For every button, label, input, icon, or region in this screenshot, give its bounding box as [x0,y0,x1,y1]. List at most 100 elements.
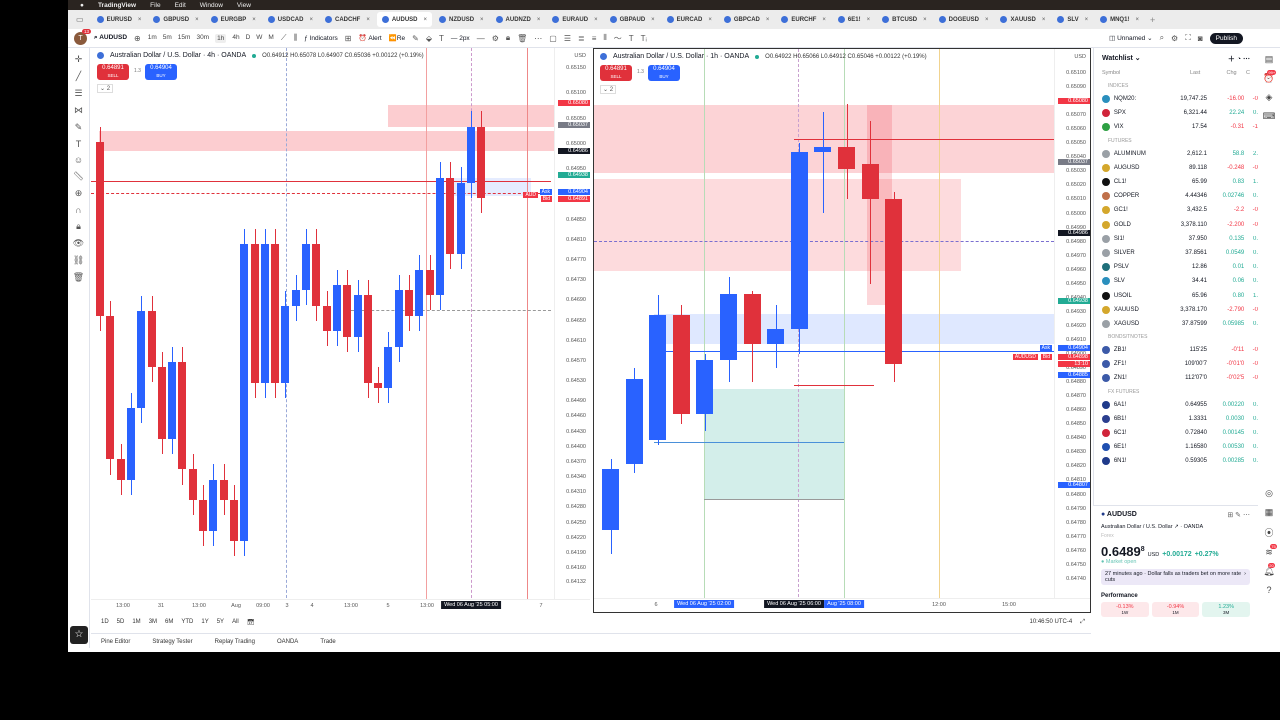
sell-button[interactable]: 0.64891 SELL [97,64,129,80]
range-5y[interactable]: 5Y [217,619,224,625]
bottom-tab-strategy-tester[interactable]: Strategy Tester [152,639,192,645]
settings-icon[interactable]: ⚙ [492,34,499,43]
fill-icon[interactable]: ⬙ [426,34,432,43]
close-tab-icon[interactable]: × [480,17,484,23]
watchlist-row[interactable]: SPX 6,321.44 22.24 0. [1094,106,1258,120]
text-color-icon[interactable]: T [439,34,444,43]
fib-tool-icon[interactable]: ☰ [564,34,571,43]
maximize-icon[interactable]: ⤢ [1080,619,1085,626]
tab-xauusd[interactable]: XAUUSD × [995,12,1050,27]
tab-audusd[interactable]: AUDUSD × [376,12,433,27]
watchlist-row[interactable]: ZB1! 115'25 -0'11 -0 [1094,343,1258,357]
layers-icon[interactable]: ◈ [1266,92,1273,103]
timeframe-30m[interactable]: 30m [196,34,209,43]
path-icon[interactable]: 〜 [614,33,622,44]
col-last[interactable]: Last [1162,70,1200,76]
edit-icon[interactable]: ✎ [1235,512,1241,519]
chart-type-icon[interactable]: ⟋ [281,33,287,43]
tab-btcusd[interactable]: BTCUSD × [877,12,932,27]
watchlist-row[interactable]: SLV 34.41 0.06 0. [1094,274,1258,288]
section-header[interactable]: BONDS/TNOTES [1094,331,1258,343]
watchlist-row[interactable]: VIX 17.54 -0.31 -1 [1094,120,1258,134]
fullscreen-icon[interactable]: ⛶ [1185,33,1191,43]
performance-cell[interactable]: 1.23% 3M [1202,602,1251,617]
alert-button[interactable]: ⏰ Alert [358,34,381,42]
lock-icon[interactable]: 🔒︎ [506,33,510,43]
price-axis[interactable]: USD 0.65100 0.65090 0.65080 0.65070 0.65060 0.… [1054,49,1090,612]
menu-file[interactable]: File [150,2,160,9]
pattern-icon[interactable]: ⋈ [74,105,83,116]
col-symbol[interactable]: Symbol [1102,70,1162,76]
range-5d[interactable]: 5D [117,619,125,625]
rectangle-tool-icon[interactable]: ▢ [549,34,557,43]
clock[interactable]: 10:46:50 UTC-4 [1029,619,1072,625]
performance-cell[interactable]: -0.94% 1M [1151,602,1200,617]
tab-usdcad[interactable]: USDCAD × [263,12,318,27]
brush-icon[interactable]: ✎ [75,122,83,133]
more-icon[interactable]: ⋯ [534,34,542,43]
sell-button[interactable]: 0.64891 SELL [600,65,632,81]
tab-gbpaud[interactable]: GBPAUD × [605,12,660,27]
add-symbol-icon[interactable]: ＋ [1228,56,1235,63]
goto-date-icon[interactable]: 📅︎ [247,619,255,626]
timeframe-d[interactable]: D [246,34,251,43]
more-icon[interactable]: ⋯ [1243,512,1250,519]
grid-icon[interactable]: ⊞ [1227,512,1233,519]
channel-tool-icon[interactable]: ≣ [578,34,585,43]
bottom-tab-oanda[interactable]: OANDA [277,639,298,645]
feed-icon[interactable]: ≋ 75 [1265,544,1277,558]
avatar[interactable]: T 13 [74,28,91,45]
watchlist-row[interactable]: 6N1! 0.59305 0.00285 0. [1094,454,1258,468]
close-tab-icon[interactable]: × [594,17,598,23]
tab-eurcad[interactable]: EURCAD × [662,12,717,27]
tab-cadchf[interactable]: CADCHF × [320,12,375,27]
timeframe-4h[interactable]: 4h [232,34,239,43]
close-tab-icon[interactable]: × [537,17,541,23]
close-tab-icon[interactable]: × [424,17,428,23]
indicators-collapse[interactable]: ⌄ 2 [97,84,114,93]
tab-gbpcad[interactable]: GBPCAD × [719,12,775,27]
watchlist-row[interactable]: NQM20: 19,747.25 -16.00 -0 [1094,92,1258,106]
range-1m[interactable]: 1M [132,619,140,625]
close-tab-icon[interactable]: × [766,17,770,23]
close-tab-icon[interactable]: × [708,17,712,23]
close-tab-icon[interactable]: × [985,17,989,23]
timeframe-w[interactable]: W [256,34,262,43]
range-6m[interactable]: 6M [165,619,173,625]
tab-mnq1[interactable]: MNQ1! × [1095,12,1144,27]
watchlist-row[interactable]: GC1! 3,432.5 -2.2 -0 [1094,203,1258,217]
stroke-width[interactable]: — 2px [451,35,470,42]
watchlist-row[interactable]: AUGUSD 89.118 -0.248 -0 [1094,161,1258,175]
more-icon[interactable]: ⋯ [1243,56,1250,63]
close-tab-icon[interactable]: × [1135,17,1139,23]
tab-nzdusd[interactable]: NZDUSD × [434,12,489,27]
timeframe-m[interactable]: M [268,34,273,43]
bars-pattern-icon[interactable]: ⫴ [603,33,606,43]
chart-title[interactable]: Australian Dollar / U.S. Dollar · 1h · O… [613,53,749,60]
section-header[interactable]: INDICES [1094,80,1258,92]
close-tab-icon[interactable]: × [195,17,199,23]
pencil-icon[interactable]: ✎ [412,34,419,43]
external-link-icon[interactable]: ↗ [1174,524,1179,530]
watchlist-row[interactable]: XAGUSD 37.87599 0.05985 0. [1094,317,1258,331]
symbol-search[interactable]: ⌕ AUDUSD [94,34,127,42]
range-3m[interactable]: 3M [149,619,157,625]
tab-6e1[interactable]: 6E1! × [833,12,875,27]
menu-view[interactable]: View [237,2,251,9]
trash-icon[interactable]: 🗑︎ [517,34,527,43]
watchlist-row[interactable]: SILVER 37.8561 0.0549 0. [1094,246,1258,260]
news-item[interactable]: 27 minutes ago · Dollar falls as traders… [1101,569,1250,585]
tab-euraud[interactable]: EURAUD × [547,12,602,27]
close-tab-icon[interactable]: × [138,17,142,23]
tab-audnzd[interactable]: AUDNZD × [491,12,546,27]
watchlist-row[interactable]: USOIL 65.96 0.80 1. [1094,288,1258,302]
target-icon[interactable]: ◎ [1265,488,1273,499]
camera-icon[interactable]: ◙ [1198,34,1203,43]
zoom-in-icon[interactable]: ⊕ [75,188,83,199]
watchlist-title[interactable]: Watchlist ⌄ [1102,54,1141,64]
link-icon[interactable]: ⛓︎ [73,255,84,266]
close-tab-icon[interactable]: × [1042,17,1046,23]
close-tab-icon[interactable]: × [1085,17,1089,23]
magnet-icon[interactable]: ∩ [75,205,81,215]
range-ytd[interactable]: YTD [181,619,193,625]
